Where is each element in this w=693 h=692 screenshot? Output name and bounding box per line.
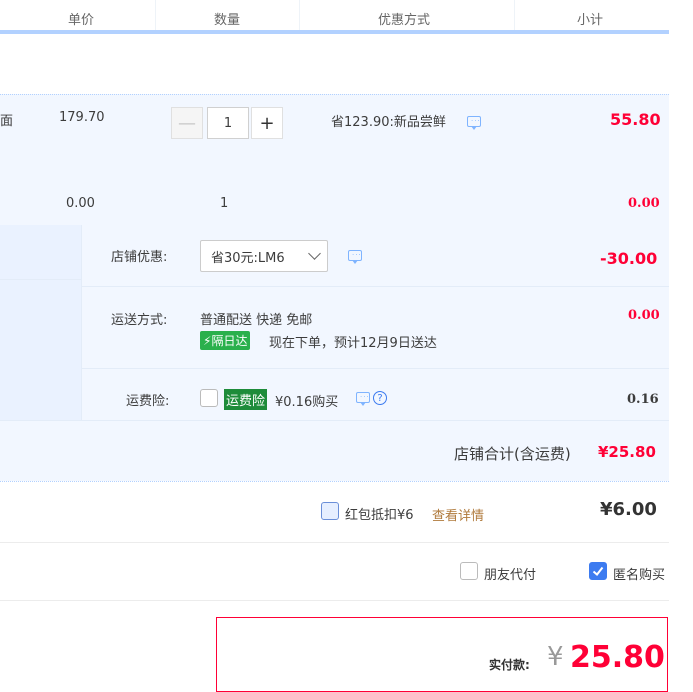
anonymous-purchase-label: 匿名购买 <box>613 568 666 583</box>
header-unit-price: 单价 <box>68 13 95 28</box>
friend-pay-label: 朋友代付 <box>484 568 537 583</box>
checkmark-icon <box>592 566 604 576</box>
header-discount-method: 优惠方式 <box>378 13 431 28</box>
insurance-checkbox[interactable] <box>200 389 218 407</box>
divider <box>0 481 669 482</box>
sub-item-subtotal: 0.00 <box>628 196 660 211</box>
payment-label: 实付款: <box>489 658 530 672</box>
shipping-method: 普通配送 快递 免邮 <box>200 313 313 328</box>
header-divider <box>155 0 156 30</box>
divider <box>82 286 669 287</box>
divider <box>0 420 669 421</box>
shop-total-amount: ¥25.80 <box>598 443 656 461</box>
plus-icon: + <box>259 112 275 134</box>
shop-discount-amount: -30.00 <box>600 249 658 268</box>
payment-summary-box: 实付款: ¥ 25.80 <box>216 617 668 692</box>
payment-amount: 25.80 <box>570 640 665 675</box>
header-divider <box>514 0 515 30</box>
item-subtotal: 55.80 <box>610 110 661 129</box>
header-divider <box>299 0 300 30</box>
insurance-amount: 0.16 <box>627 392 659 407</box>
red-packet-details-link[interactable]: 查看详情 <box>432 505 484 524</box>
red-packet-checkbox[interactable] <box>321 502 339 520</box>
quantity-increase-button[interactable]: + <box>251 107 283 139</box>
divider <box>0 542 669 543</box>
chevron-down-icon <box>308 247 321 260</box>
divider <box>0 279 81 280</box>
quantity-input[interactable]: 1 <box>207 107 249 139</box>
message-icon[interactable]: ··· <box>356 392 370 406</box>
shop-left-panel <box>0 225 82 420</box>
red-packet-amount: ¥6.00 <box>600 499 657 520</box>
next-day-badge-label: 隔日达 <box>211 334 248 348</box>
header-quantity: 数量 <box>214 13 241 28</box>
minus-icon: — <box>178 112 196 134</box>
anonymous-purchase-checkbox[interactable] <box>589 562 607 580</box>
item-unit-price: 179.70 <box>59 110 105 125</box>
item-name-fragment[interactable]: 面 <box>0 110 13 129</box>
message-icon[interactable]: ··· <box>467 116 481 130</box>
friend-pay-checkbox[interactable] <box>460 562 478 580</box>
table-header: 单价 数量 优惠方式 小计 <box>0 0 669 30</box>
item-discount: 省123.90:新品尝鲜 <box>331 115 446 130</box>
insurance-badge: 运费险 <box>224 389 268 410</box>
sub-item-unit-price: 0.00 <box>66 196 95 211</box>
header-underline <box>0 30 669 34</box>
quantity-decrease-button[interactable]: — <box>171 107 203 139</box>
next-day-badge: ⚡隔日达 <box>200 331 251 350</box>
shipping-eta: 现在下单，预计12月9日送达 <box>269 336 437 351</box>
insurance-label: 运费险: <box>126 394 170 409</box>
sub-item-quantity: 1 <box>220 196 229 211</box>
divider <box>0 600 669 601</box>
help-icon[interactable]: ? <box>373 391 387 405</box>
header-subtotal: 小计 <box>577 13 604 28</box>
message-icon[interactable]: ··· <box>348 250 362 264</box>
shop-discount-label: 店铺优惠: <box>111 250 168 265</box>
shop-discount-select[interactable]: 省30元:LM6 <box>200 240 328 272</box>
shop-discount-selected: 省30元:LM6 <box>211 250 285 266</box>
divider <box>82 368 669 369</box>
shipping-amount: 0.00 <box>628 308 660 323</box>
red-packet-label: 红包抵扣¥6 <box>345 508 414 523</box>
shop-total-label: 店铺合计(含运费) <box>454 445 571 463</box>
shipping-label: 运送方式: <box>111 313 168 328</box>
insurance-price: ¥0.16购买 <box>275 395 339 410</box>
currency-symbol: ¥ <box>547 642 564 672</box>
